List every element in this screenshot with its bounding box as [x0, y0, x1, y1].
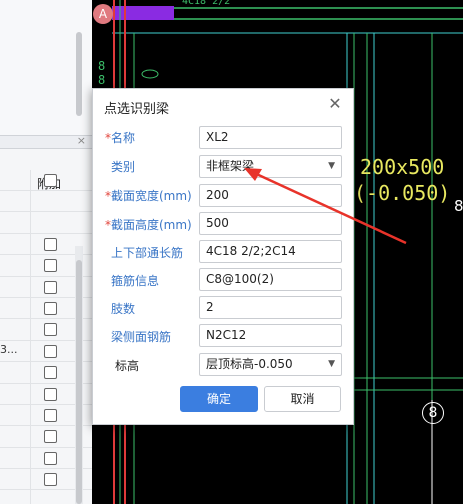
width-label: *截面宽度(mm) — [105, 189, 192, 203]
properties-panel: × 附加 3... — [0, 0, 92, 504]
attach-checkbox[interactable] — [44, 473, 57, 487]
height-label: *截面高度(mm) — [105, 218, 192, 232]
chevron-down-icon: ▼ — [328, 359, 335, 369]
beam-elevation-label: (-0.050) — [354, 181, 451, 205]
cad-annotation — [141, 69, 159, 79]
elevation-select[interactable]: 层顶标高-0.050 ▼ — [199, 353, 342, 376]
table-scrollbar-thumb[interactable] — [76, 260, 82, 504]
beam-size-label: 200x500 — [360, 155, 445, 179]
cancel-button[interactable]: 取消 — [264, 386, 341, 412]
attach-checkbox[interactable] — [44, 366, 57, 380]
name-label: *名称 — [105, 131, 136, 145]
selected-beam[interactable] — [112, 6, 174, 20]
category-label: 类别 — [111, 160, 136, 174]
attach-checkbox[interactable] — [44, 280, 57, 294]
top-bottom-bars-label: 上下部通长筋 — [111, 246, 184, 260]
attach-checkbox[interactable] — [44, 259, 57, 273]
stirrup-input[interactable]: C8@100(2) — [199, 268, 342, 291]
panel-header: × — [0, 134, 92, 149]
ok-button[interactable]: 确定 — [180, 386, 258, 412]
side-bars-input[interactable]: N2C12 — [199, 324, 342, 347]
attach-checkbox[interactable] — [44, 237, 57, 251]
chevron-down-icon: ▼ — [328, 161, 335, 171]
height-input[interactable]: 500 — [199, 212, 342, 235]
table-row — [0, 191, 92, 213]
legs-input[interactable]: 2 — [199, 296, 342, 319]
cad-annotation: 4C18 2/2 — [182, 0, 230, 7]
axis-bubble-a: A — [93, 4, 113, 24]
axis-number-label: 8 — [454, 197, 463, 215]
row-text: 3... — [0, 342, 18, 356]
cad-annotation: 8 — [98, 73, 105, 87]
panel-upper-area — [0, 0, 92, 135]
dialog-title: 点选识别梁 — [104, 102, 170, 117]
identify-beam-dialog: 点选识别梁 ✕ *名称 XL2 类别 非框架梁 ▼ *截面宽度(mm) 200 *… — [92, 88, 354, 425]
attach-checkbox[interactable] — [44, 344, 57, 358]
table-row — [0, 212, 92, 234]
panel-close-icon[interactable]: × — [77, 134, 86, 147]
axis-bubble-8: 8 — [422, 402, 444, 424]
attach-checkbox[interactable] — [44, 323, 57, 337]
attach-checkbox[interactable] — [44, 451, 57, 465]
elevation-label: 标高 — [115, 359, 140, 373]
top-bottom-bars-input[interactable]: 4C18 2/2;2C14 — [199, 240, 342, 263]
attach-checkbox[interactable] — [44, 387, 57, 401]
attach-checkbox[interactable] — [44, 174, 57, 187]
cad-annotation: 8 — [98, 59, 105, 73]
table-row — [0, 170, 92, 191]
width-input[interactable]: 200 — [199, 184, 342, 207]
stirrup-label: 箍筋信息 — [111, 274, 160, 288]
attach-checkbox[interactable] — [44, 301, 57, 315]
side-bars-label: 梁侧面钢筋 — [111, 330, 172, 344]
name-input[interactable]: XL2 — [199, 126, 342, 149]
close-icon[interactable]: ✕ — [326, 95, 344, 113]
upper-scrollbar[interactable] — [76, 32, 82, 116]
attach-checkbox[interactable] — [44, 408, 57, 422]
category-select[interactable]: 非框架梁 ▼ — [199, 155, 342, 178]
legs-label: 肢数 — [111, 302, 136, 316]
attach-checkbox[interactable] — [44, 430, 57, 444]
